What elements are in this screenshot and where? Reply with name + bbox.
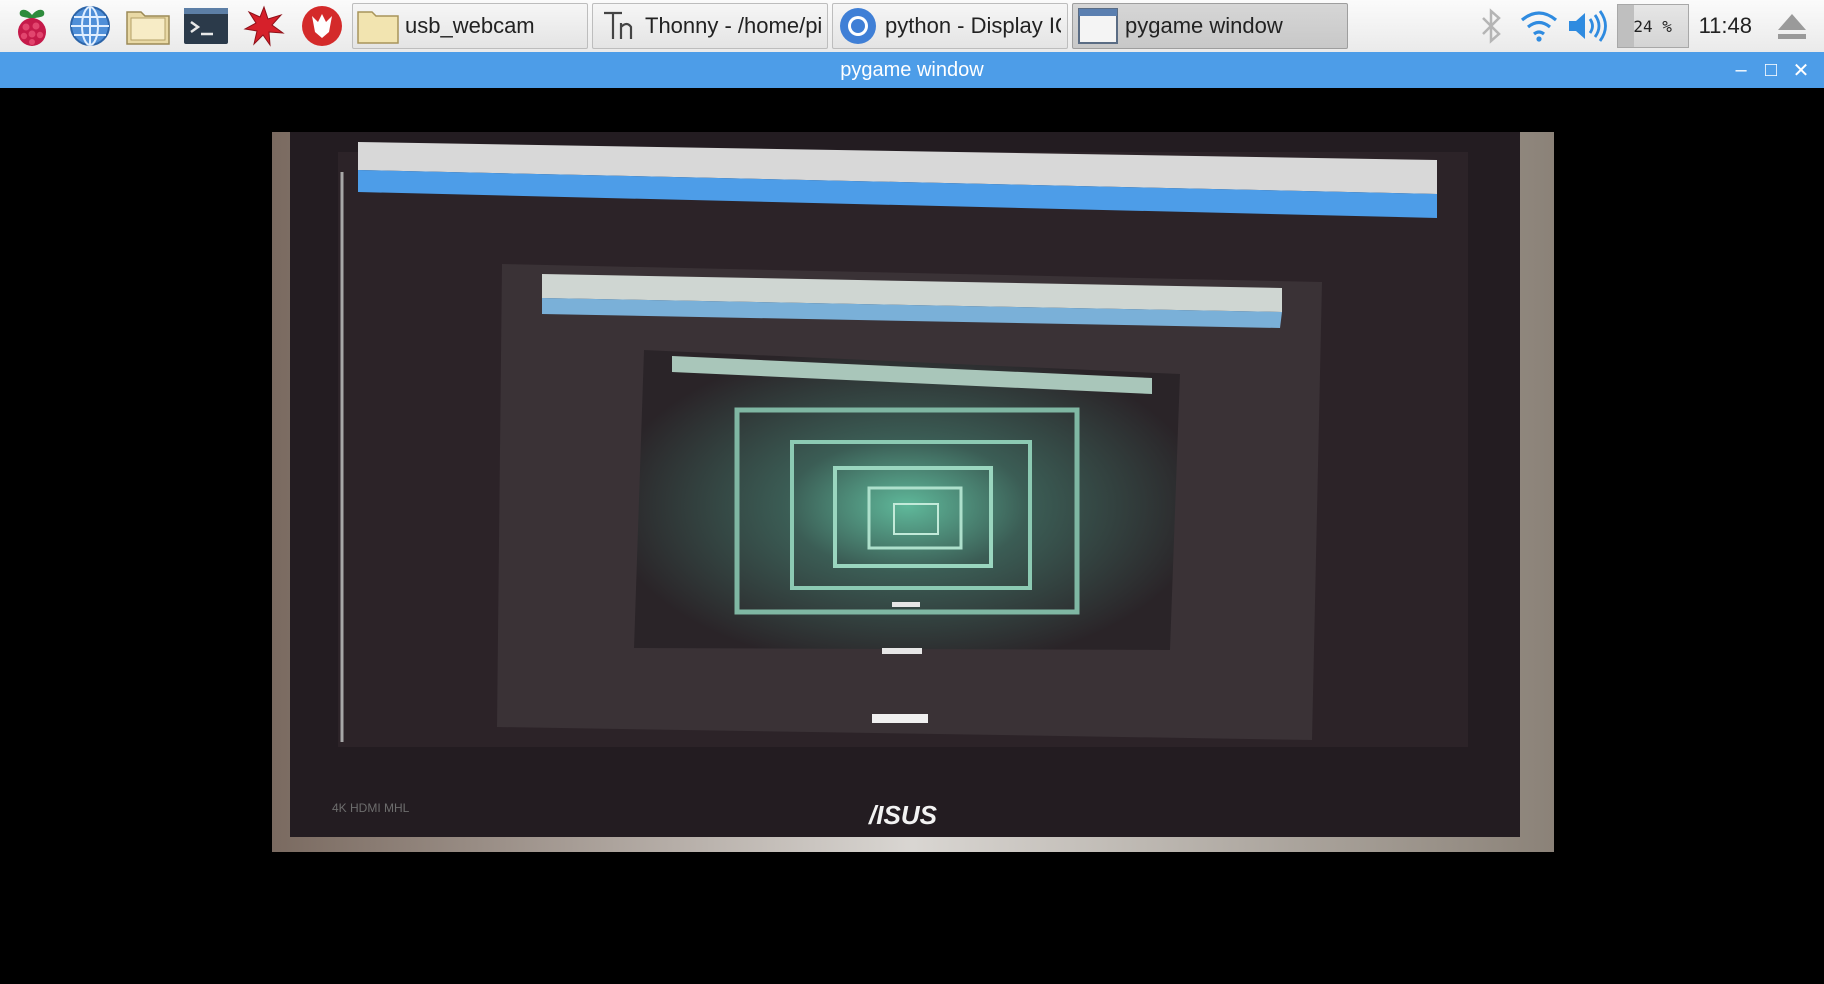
- task-label: usb_webcam: [405, 13, 535, 38]
- chromium-icon: [837, 6, 879, 46]
- cpu-usage-text: 24 %: [1633, 16, 1672, 36]
- task-pygame-window[interactable]: pygame window: [1072, 3, 1348, 49]
- webcam-frame: /ISUS 4K HDMI MHL: [272, 132, 1554, 852]
- taskbar: usb_webcam Thonny - /home/pi/z... python…: [0, 0, 1824, 53]
- folder-icon: [357, 6, 399, 46]
- task-chromium[interactable]: python - Display IO Str...: [832, 3, 1068, 49]
- wifi-icon[interactable]: [1517, 4, 1561, 48]
- raspberry-menu-icon[interactable]: [6, 2, 58, 50]
- bluetooth-icon[interactable]: [1469, 4, 1513, 48]
- cpu-usage-monitor[interactable]: 24 %: [1616, 4, 1689, 48]
- maximize-button[interactable]: □: [1756, 55, 1786, 85]
- task-usb-webcam[interactable]: usb_webcam: [352, 3, 588, 49]
- window-icon: [1077, 6, 1119, 46]
- clock[interactable]: 11:48: [1699, 13, 1752, 39]
- terminal-icon[interactable]: [180, 2, 232, 50]
- thonny-icon: [597, 6, 639, 46]
- task-label: pygame window: [1125, 13, 1283, 38]
- window-titlebar[interactable]: pygame window – □ ✕: [0, 52, 1824, 88]
- task-label: Thonny - /home/pi/z...: [645, 13, 821, 38]
- bezel-port-labels: 4K HDMI MHL: [332, 801, 410, 815]
- task-thonny[interactable]: Thonny - /home/pi/z...: [592, 3, 828, 49]
- task-label: python - Display IO Str...: [885, 13, 1061, 38]
- bezel-brand-logo: /ISUS: [868, 800, 938, 830]
- volume-icon[interactable]: [1565, 4, 1609, 48]
- file-manager-icon[interactable]: [122, 2, 174, 50]
- eject-icon[interactable]: [1770, 4, 1814, 48]
- wolfram-icon[interactable]: [296, 2, 348, 50]
- cpu-usage-fill: [1617, 5, 1635, 47]
- window-title: pygame window: [840, 58, 984, 81]
- system-tray: 24 % 11:48: [1465, 0, 1824, 52]
- mathematica-icon[interactable]: [238, 2, 290, 50]
- minimize-button[interactable]: –: [1726, 55, 1756, 85]
- web-browser-icon[interactable]: [64, 2, 116, 50]
- close-button[interactable]: ✕: [1786, 55, 1816, 85]
